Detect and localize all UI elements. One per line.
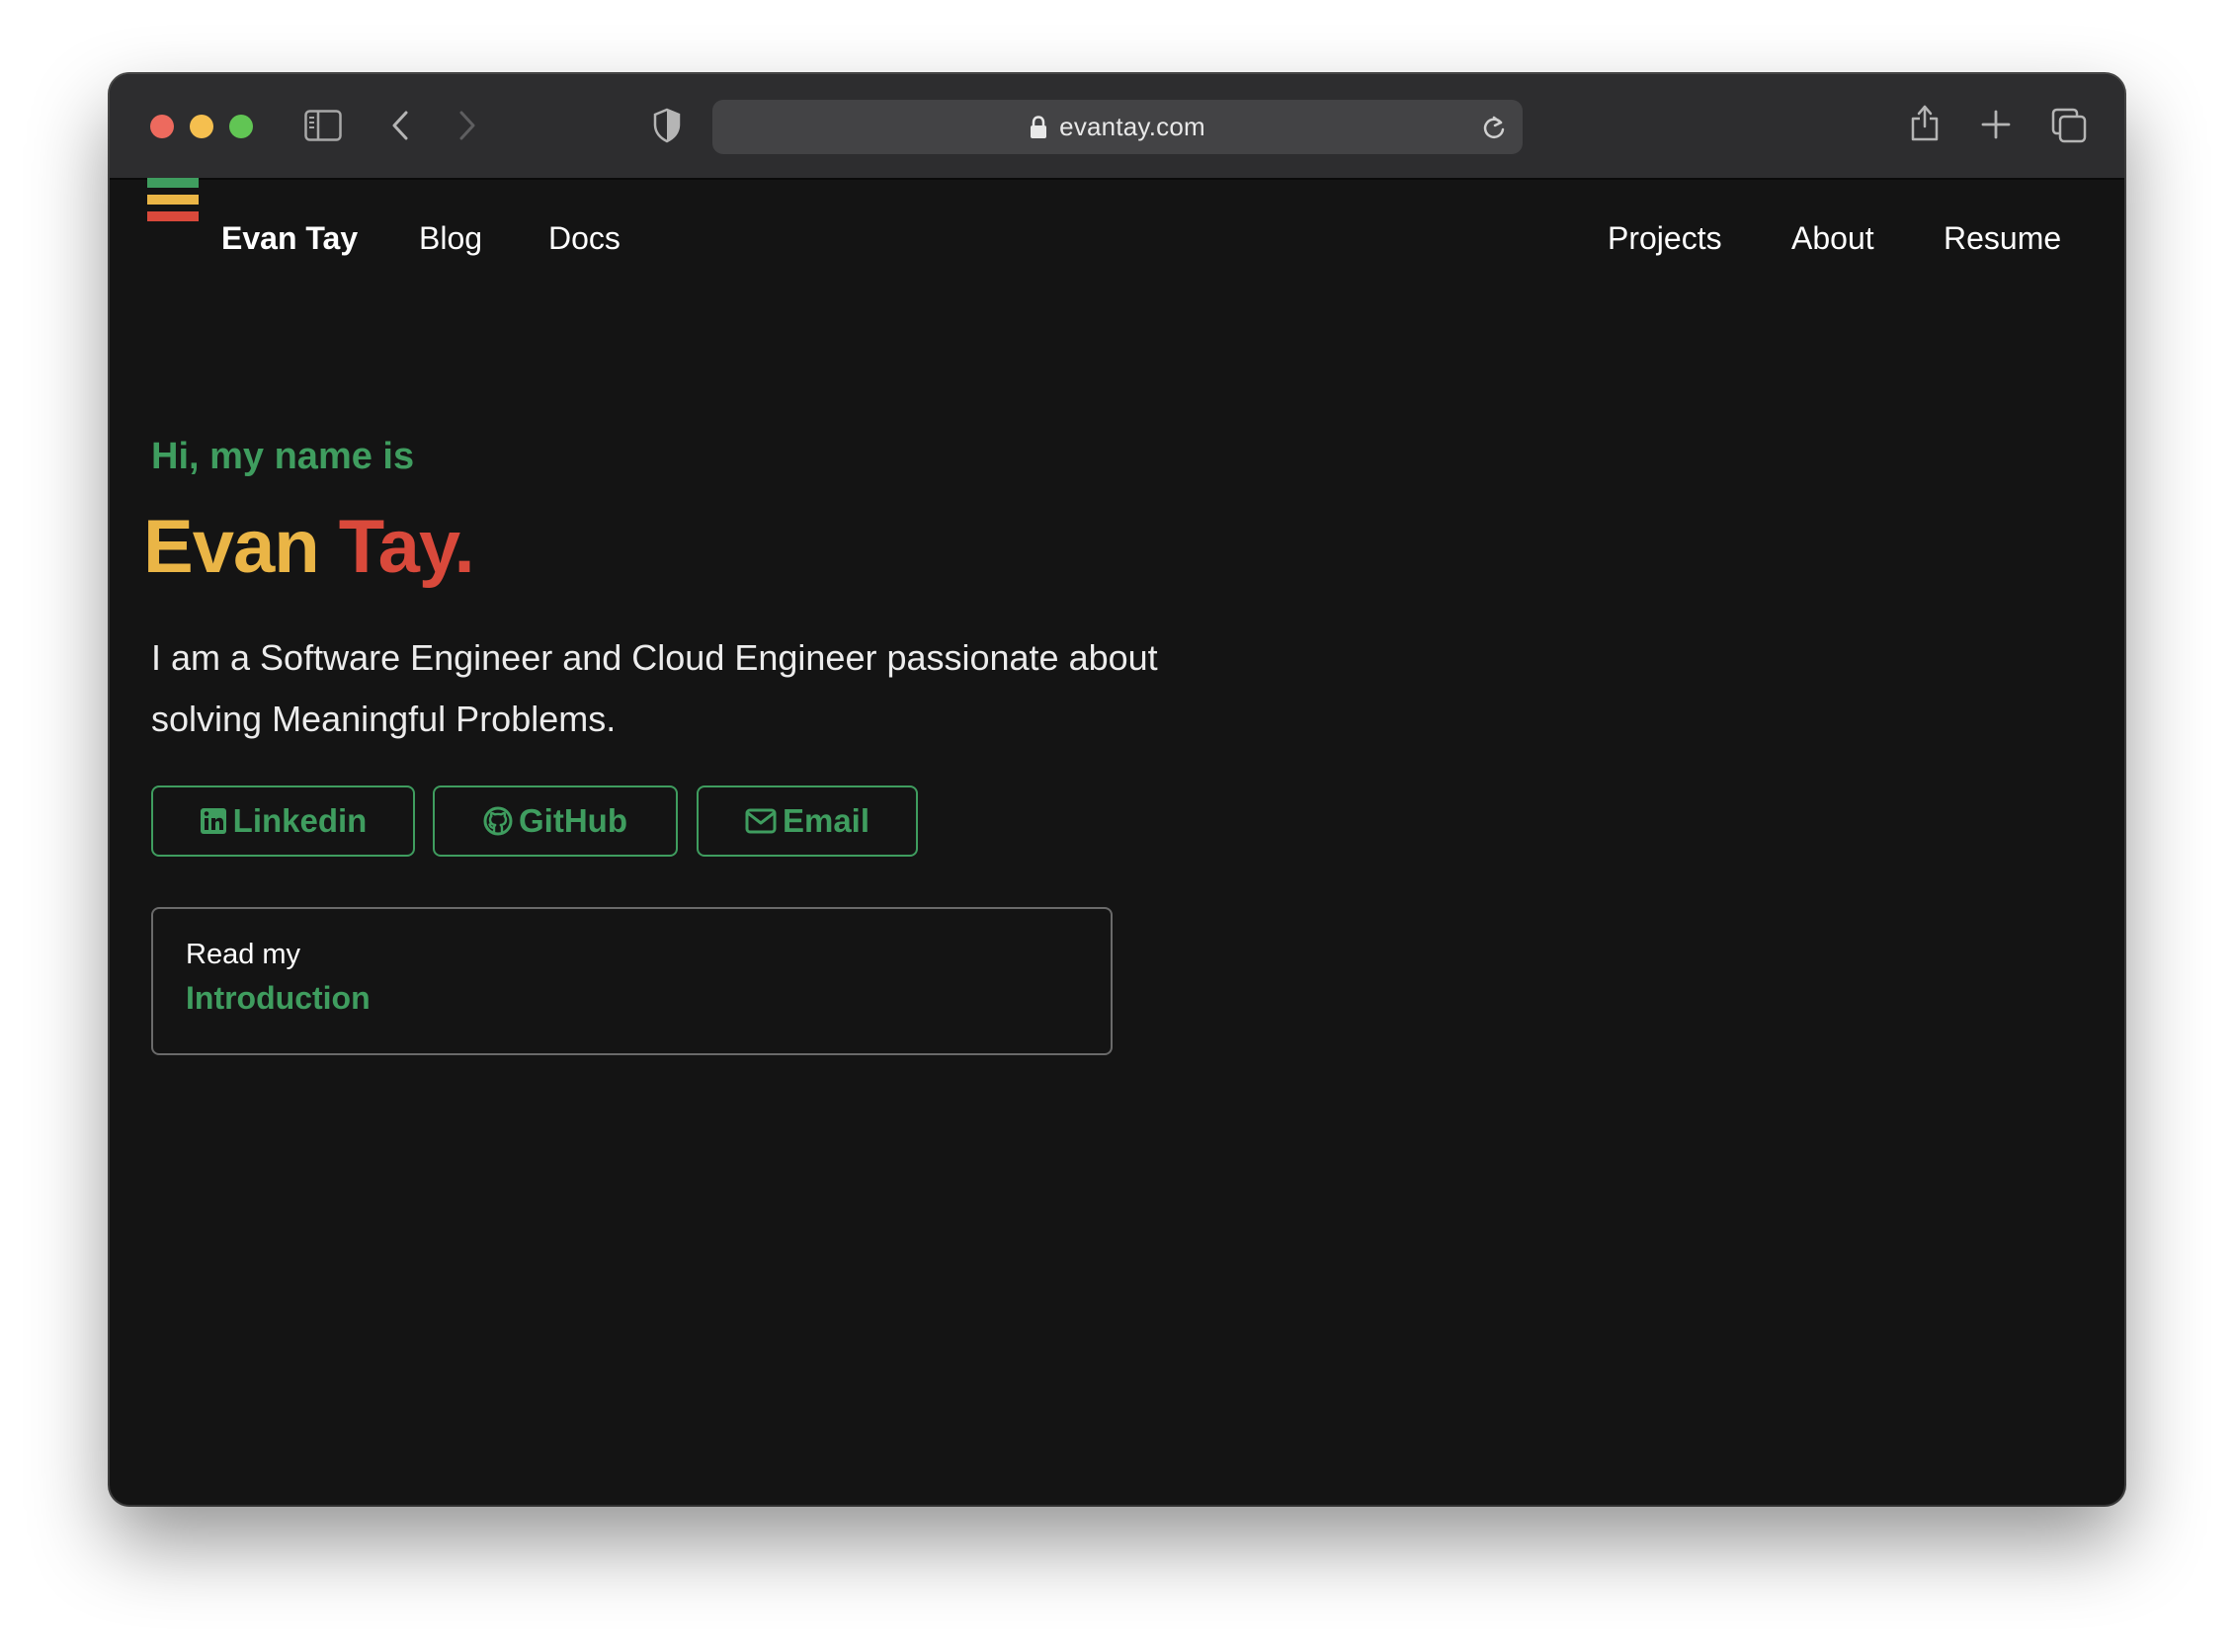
github-icon — [483, 806, 513, 836]
nav-link-about[interactable]: About — [1791, 218, 1874, 258]
hero-first-name: Evan — [143, 505, 320, 589]
email-button[interactable]: Email — [697, 785, 918, 857]
brand-link[interactable]: Evan Tay — [221, 218, 358, 258]
minimize-window-button[interactable] — [190, 115, 213, 138]
sidebar-toggle-icon[interactable] — [304, 110, 342, 141]
hero-last-name: Tay. — [338, 505, 475, 589]
hero-greeting: Hi, my name is — [151, 436, 415, 477]
intro-card-pretext: Read my — [186, 939, 301, 970]
browser-window: evantay.com Evan Tay Blog Docs Projects … — [110, 74, 2124, 1505]
hero-tagline: I am a Software Engineer and Cloud Engin… — [151, 637, 1158, 739]
address-bar[interactable]: evantay.com — [712, 100, 1523, 154]
privacy-shield-icon[interactable] — [652, 108, 682, 143]
zoom-window-button[interactable] — [229, 115, 253, 138]
nav-link-blog[interactable]: Blog — [419, 218, 482, 258]
share-icon[interactable] — [1910, 103, 1940, 142]
forward-icon[interactable] — [457, 110, 477, 141]
close-window-button[interactable] — [150, 115, 174, 138]
intro-card-title: Introduction — [186, 980, 371, 1016]
lock-icon — [1030, 115, 1047, 139]
nav-link-docs[interactable]: Docs — [548, 218, 621, 258]
reload-icon[interactable] — [1481, 114, 1507, 146]
email-label: Email — [782, 802, 870, 839]
hero-name: Evan Tay. — [143, 503, 475, 592]
envelope-icon — [745, 808, 777, 834]
new-tab-icon[interactable] — [1981, 110, 2011, 139]
github-button[interactable]: GitHub — [433, 785, 678, 857]
url-text: evantay.com — [1059, 112, 1205, 141]
linkedin-label: Linkedin — [232, 802, 368, 839]
nav-link-projects[interactable]: Projects — [1608, 218, 1722, 258]
linkedin-button[interactable]: Linkedin — [151, 785, 415, 857]
nav-link-resume[interactable]: Resume — [1944, 218, 2061, 258]
tab-overview-icon[interactable] — [2051, 108, 2087, 143]
introduction-card[interactable]: Read my Introduction — [151, 907, 1113, 1055]
browser-toolbar: evantay.com — [110, 74, 2124, 180]
github-label: GitHub — [519, 802, 627, 839]
linkedin-icon — [200, 807, 227, 835]
site-logo-icon[interactable] — [147, 178, 199, 228]
back-icon[interactable] — [390, 110, 410, 141]
